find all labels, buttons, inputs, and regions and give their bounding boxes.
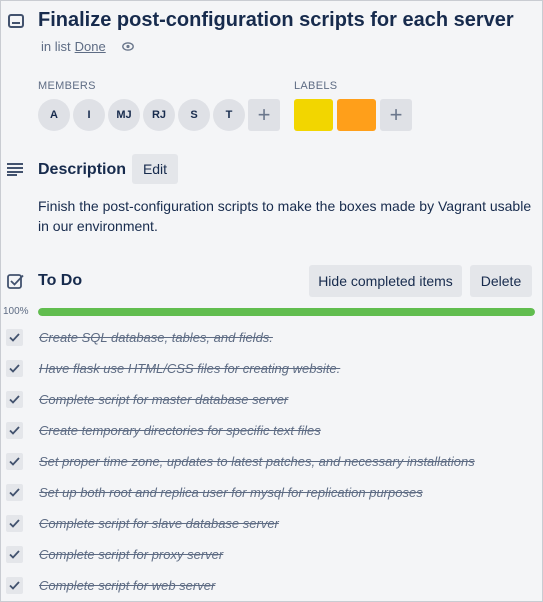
checklist-item-text[interactable]: Set up both root and replica user for my… <box>39 485 423 500</box>
checklist-item[interactable]: Have flask use HTML/CSS files for creati… <box>0 353 543 384</box>
hide-completed-button[interactable]: Hide completed items <box>309 265 462 297</box>
checklist-item[interactable]: Complete script for slave database serve… <box>0 508 543 539</box>
checkbox-checked-icon[interactable] <box>6 484 23 501</box>
members-heading: MEMBERS <box>38 80 96 92</box>
checklist-item-text[interactable]: Set proper time zone, updates to latest … <box>39 454 475 469</box>
checklist-item[interactable]: Complete script for web server <box>0 570 543 601</box>
checkbox-checked-icon[interactable] <box>6 360 23 377</box>
avatar[interactable]: T <box>213 99 245 131</box>
edit-description-button[interactable]: Edit <box>132 154 178 184</box>
checklist-item[interactable]: Create SQL database, tables, and fields. <box>0 322 543 353</box>
checklist-item-text[interactable]: Create SQL database, tables, and fields. <box>39 330 273 345</box>
progress-bar-fill <box>38 308 535 316</box>
checkbox-checked-icon[interactable] <box>6 329 23 346</box>
progress-percent: 100% <box>3 306 29 317</box>
list-breadcrumb: in list Done <box>41 39 134 54</box>
checklist-item-text[interactable]: Create temporary directories for specifi… <box>39 423 321 438</box>
description-icon <box>7 163 23 176</box>
checkbox-checked-icon[interactable] <box>6 391 23 408</box>
checklist-icon <box>7 274 24 289</box>
avatar[interactable]: S <box>178 99 210 131</box>
add-member-button[interactable]: + <box>248 99 280 131</box>
checklist-heading: To Do <box>38 272 83 289</box>
checkbox-checked-icon[interactable] <box>6 453 23 470</box>
checklist-item-text[interactable]: Complete script for proxy server <box>39 547 223 562</box>
checklist-item-text[interactable]: Complete script for slave database serve… <box>39 516 279 531</box>
labels-list: + <box>294 99 412 131</box>
members-list: A I MJ RJ S T + <box>38 99 280 131</box>
label-yellow[interactable] <box>294 99 333 131</box>
labels-heading: LABELS <box>294 80 338 92</box>
checklist-item[interactable]: Set up both root and replica user for my… <box>0 477 543 508</box>
avatar[interactable]: RJ <box>143 99 175 131</box>
avatar[interactable]: MJ <box>108 99 140 131</box>
checkbox-checked-icon[interactable] <box>6 422 23 439</box>
checklist-item[interactable]: Complete script for master database serv… <box>0 384 543 415</box>
card-icon <box>8 14 24 28</box>
checklist-item[interactable]: Set proper time zone, updates to latest … <box>0 446 543 477</box>
checkbox-checked-icon[interactable] <box>6 546 23 563</box>
checklist-item-text[interactable]: Complete script for web server <box>39 578 215 593</box>
checkbox-checked-icon[interactable] <box>6 577 23 594</box>
checklist-item[interactable]: Create temporary directories for specifi… <box>0 415 543 446</box>
avatar[interactable]: A <box>38 99 70 131</box>
add-label-button[interactable]: + <box>380 99 412 131</box>
avatar[interactable]: I <box>73 99 105 131</box>
checklist-item[interactable]: Complete script for proxy server <box>0 539 543 570</box>
checklist-item-text[interactable]: Complete script for master database serv… <box>39 392 288 407</box>
checkbox-checked-icon[interactable] <box>6 515 23 532</box>
eye-icon[interactable] <box>121 42 134 51</box>
progress-bar <box>38 308 535 316</box>
label-orange[interactable] <box>337 99 376 131</box>
card-title[interactable]: Finalize post-configuration scripts for … <box>38 9 514 32</box>
list-link[interactable]: Done <box>75 39 106 54</box>
in-list-prefix: in list <box>41 39 71 54</box>
description-heading: Description <box>38 161 127 178</box>
delete-checklist-button[interactable]: Delete <box>470 265 532 297</box>
checklist-item-text[interactable]: Have flask use HTML/CSS files for creati… <box>39 361 340 376</box>
description-text[interactable]: Finish the post-configuration scripts to… <box>38 196 538 236</box>
